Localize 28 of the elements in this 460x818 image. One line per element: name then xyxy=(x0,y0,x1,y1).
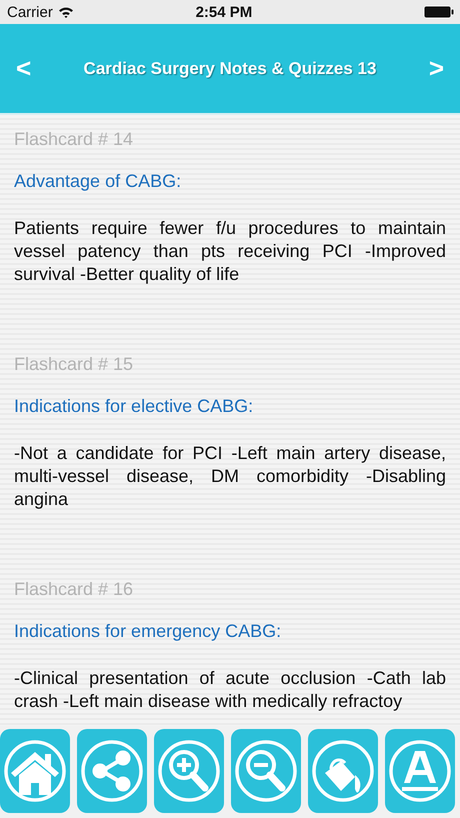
carrier-label: Carrier xyxy=(7,4,53,20)
zoom-in-icon xyxy=(157,739,221,803)
paint-button[interactable] xyxy=(308,729,378,813)
zoom-out-icon xyxy=(234,739,298,803)
flashcard-number: Flashcard # 14 xyxy=(14,129,134,151)
zoom-in-button[interactable] xyxy=(154,729,224,813)
flashcard-question: Indications for elective CABG: xyxy=(14,396,254,418)
flashcard-answer: -Not a candidate for PCI -Left main artery disease, multi-vessel disease, DM comorbidity -Disabling angina xyxy=(14,442,446,511)
home-icon xyxy=(3,739,67,803)
font-icon xyxy=(388,739,452,803)
paint-bucket-icon xyxy=(311,739,375,803)
home-button[interactable] xyxy=(0,729,70,813)
back-button[interactable]: < xyxy=(0,53,48,84)
flashcard-number: Flashcard # 16 xyxy=(14,579,134,601)
flashcard-question: Advantage of CABG: xyxy=(14,171,182,193)
share-button[interactable] xyxy=(77,729,147,813)
battery-icon xyxy=(424,6,454,18)
page-title: Cardiac Surgery Notes & Quizzes 13 xyxy=(82,58,378,78)
flashcard-answer: -Clinical presentation of acute occlusion -Cath lab crash -Left main disease with medically refractoy xyxy=(14,667,446,713)
flashcard-number: Flashcard # 15 xyxy=(14,354,134,376)
zoom-out-button[interactable] xyxy=(231,729,301,813)
flashcard-answer: Patients require fewer f/u procedures to maintain vessel patency than pts receiving PCI -Improved survival -Better quality of life xyxy=(14,217,446,286)
share-icon xyxy=(80,739,144,803)
flashcard-question: Indications for emergency CABG: xyxy=(14,621,282,643)
forward-button[interactable]: > xyxy=(412,53,460,84)
clock-time: 2:54 PM xyxy=(194,4,254,20)
font-button[interactable] xyxy=(385,729,455,813)
wifi-icon xyxy=(58,6,74,18)
